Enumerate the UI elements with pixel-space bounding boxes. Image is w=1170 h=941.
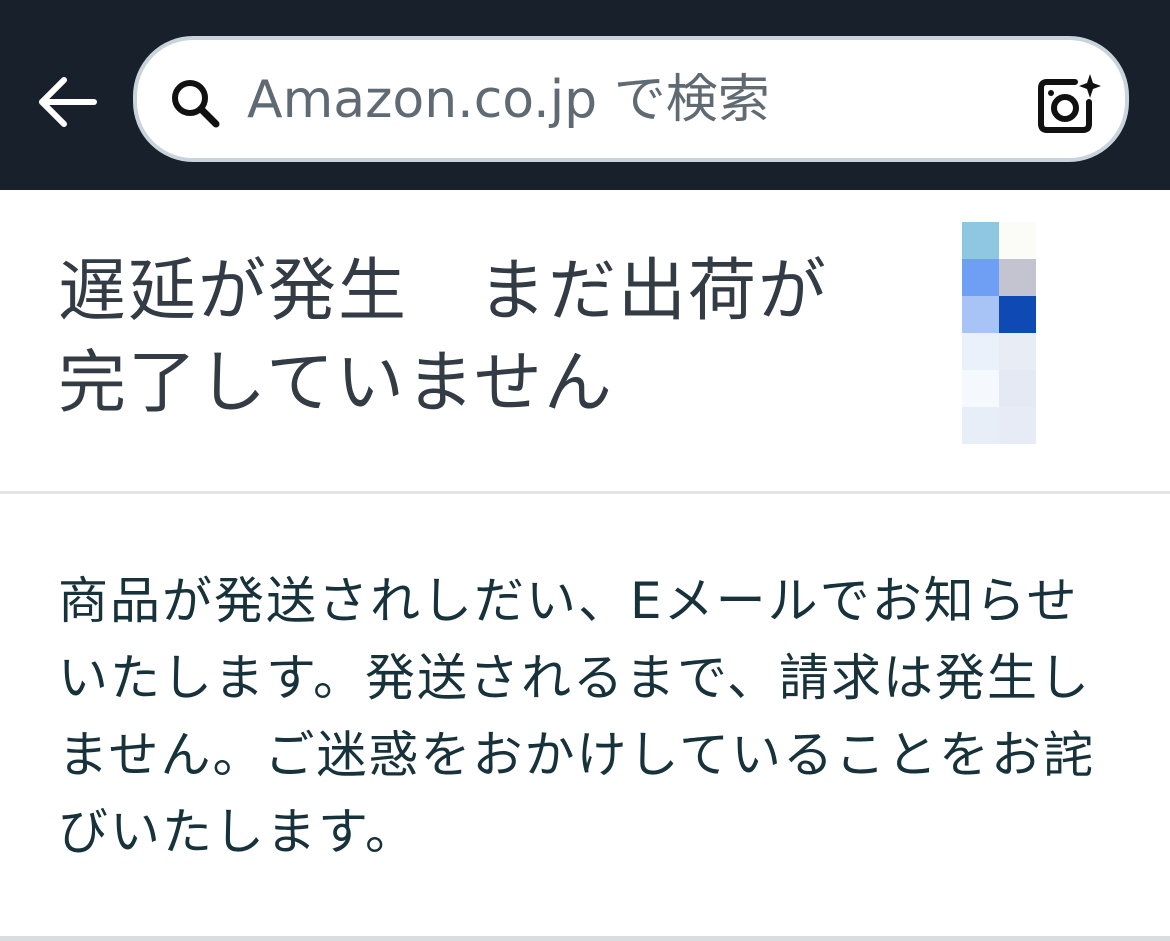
delay-message: 商品が発送されしだい、Eメールでお知らせいたします。発送されるまで、請求は発生し… bbox=[58, 572, 1095, 861]
delivery-status-section: 遅延が発生 まだ出荷が完了していません bbox=[0, 190, 1170, 492]
thumb-pixel bbox=[999, 333, 1036, 370]
thumb-pixel bbox=[962, 333, 999, 370]
thumb-pixel bbox=[962, 370, 999, 407]
thumb-pixel bbox=[999, 370, 1036, 407]
arrow-left-icon bbox=[39, 77, 97, 127]
search-input[interactable] bbox=[247, 60, 1007, 140]
thumb-pixel bbox=[999, 407, 1036, 444]
thumb-pixel bbox=[999, 296, 1036, 333]
top-bar bbox=[0, 0, 1170, 190]
section-divider bbox=[0, 936, 1170, 941]
thumb-pixel bbox=[962, 222, 999, 259]
thumb-pixel bbox=[962, 407, 999, 444]
section-divider bbox=[0, 491, 1170, 494]
back-button[interactable] bbox=[30, 70, 102, 134]
thumb-pixel bbox=[999, 222, 1036, 259]
camera-sparkle-icon[interactable] bbox=[1035, 72, 1101, 136]
product-thumbnail[interactable] bbox=[962, 222, 1036, 444]
search-bar[interactable] bbox=[133, 36, 1129, 162]
thumb-pixel bbox=[999, 259, 1036, 296]
thumb-pixel bbox=[962, 259, 999, 296]
thumb-pixel bbox=[962, 296, 999, 333]
search-icon bbox=[172, 80, 220, 128]
status-title: 遅延が発生 まだ出荷が完了していません bbox=[58, 252, 829, 423]
